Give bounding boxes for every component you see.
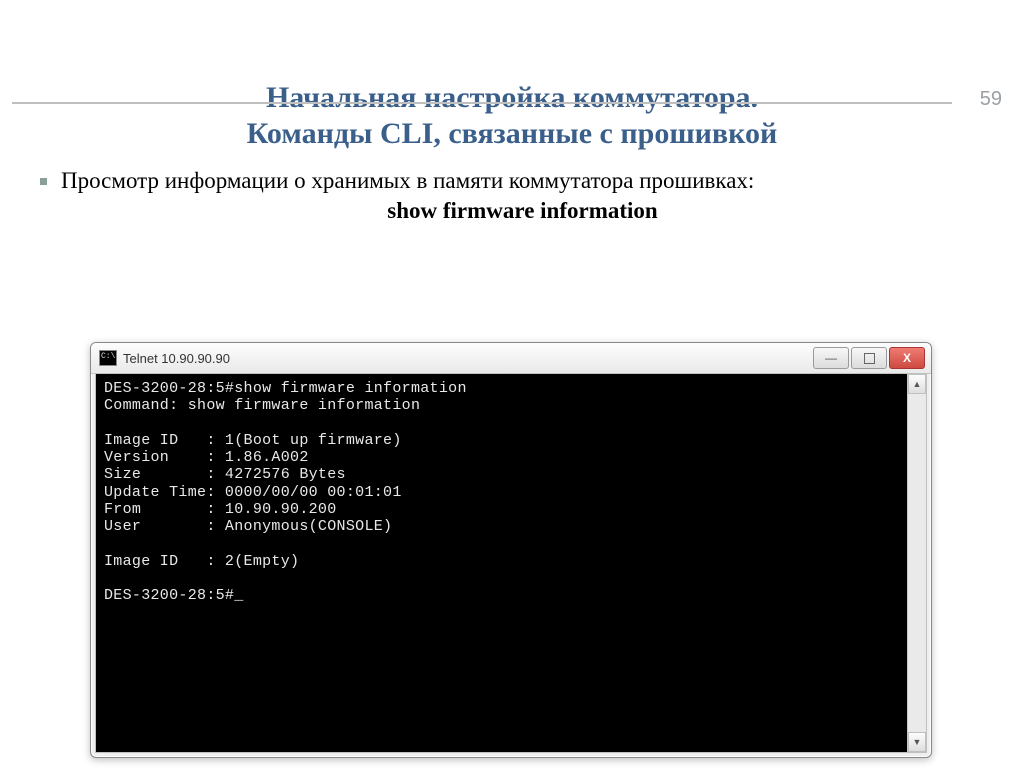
term-line: Command: show firmware information xyxy=(104,397,420,414)
term-line: Image ID : 2(Empty) xyxy=(104,553,299,570)
slide: 59 Начальная настройка коммутатора. Кома… xyxy=(0,80,1024,768)
term-line: Version : 1.86.A002 xyxy=(104,449,309,466)
app-icon xyxy=(99,350,117,366)
term-line: From : 10.90.90.200 xyxy=(104,501,337,518)
terminal-output[interactable]: DES-3200-28:5#show firmware information … xyxy=(96,374,907,752)
term-line: Size : 4272576 Bytes xyxy=(104,466,346,483)
scroll-up-icon[interactable]: ▲ xyxy=(908,374,926,394)
close-button[interactable]: X xyxy=(889,347,925,369)
maximize-icon xyxy=(864,353,875,364)
lead-text: Просмотр информации о хранимых в памяти … xyxy=(61,166,984,196)
title-line-2: Команды CLI, связанные с прошивкой xyxy=(247,117,778,150)
bullet-row: Просмотр информации о хранимых в памяти … xyxy=(40,166,984,224)
terminal-body: DES-3200-28:5#show firmware information … xyxy=(95,373,927,753)
term-line: User : Anonymous(CONSOLE) xyxy=(104,518,392,535)
term-line: Update Time: 0000/00/00 00:01:01 xyxy=(104,484,402,501)
maximize-button[interactable] xyxy=(851,347,887,369)
window-title: Telnet 10.90.90.90 xyxy=(123,351,230,366)
terminal-window: Telnet 10.90.90.90 — X DES-3200-28:5#sho… xyxy=(90,342,932,758)
minimize-button[interactable]: — xyxy=(813,347,849,369)
header-rule xyxy=(12,102,952,104)
header-bar: 59 xyxy=(12,88,1012,118)
window-titlebar[interactable]: Telnet 10.90.90.90 — X xyxy=(91,343,931,374)
term-prompt: DES-3200-28:5# xyxy=(104,587,244,604)
window-buttons: — X xyxy=(813,347,925,369)
bullet-icon xyxy=(40,178,47,185)
page-number: 59 xyxy=(980,88,1002,111)
scrollbar-vertical[interactable]: ▲ ▼ xyxy=(907,374,926,752)
term-line: Image ID : 1(Boot up firmware) xyxy=(104,432,402,449)
term-line: DES-3200-28:5#show firmware information xyxy=(104,380,467,397)
command-text: show firmware information xyxy=(61,198,984,224)
scroll-down-icon[interactable]: ▼ xyxy=(908,732,926,752)
